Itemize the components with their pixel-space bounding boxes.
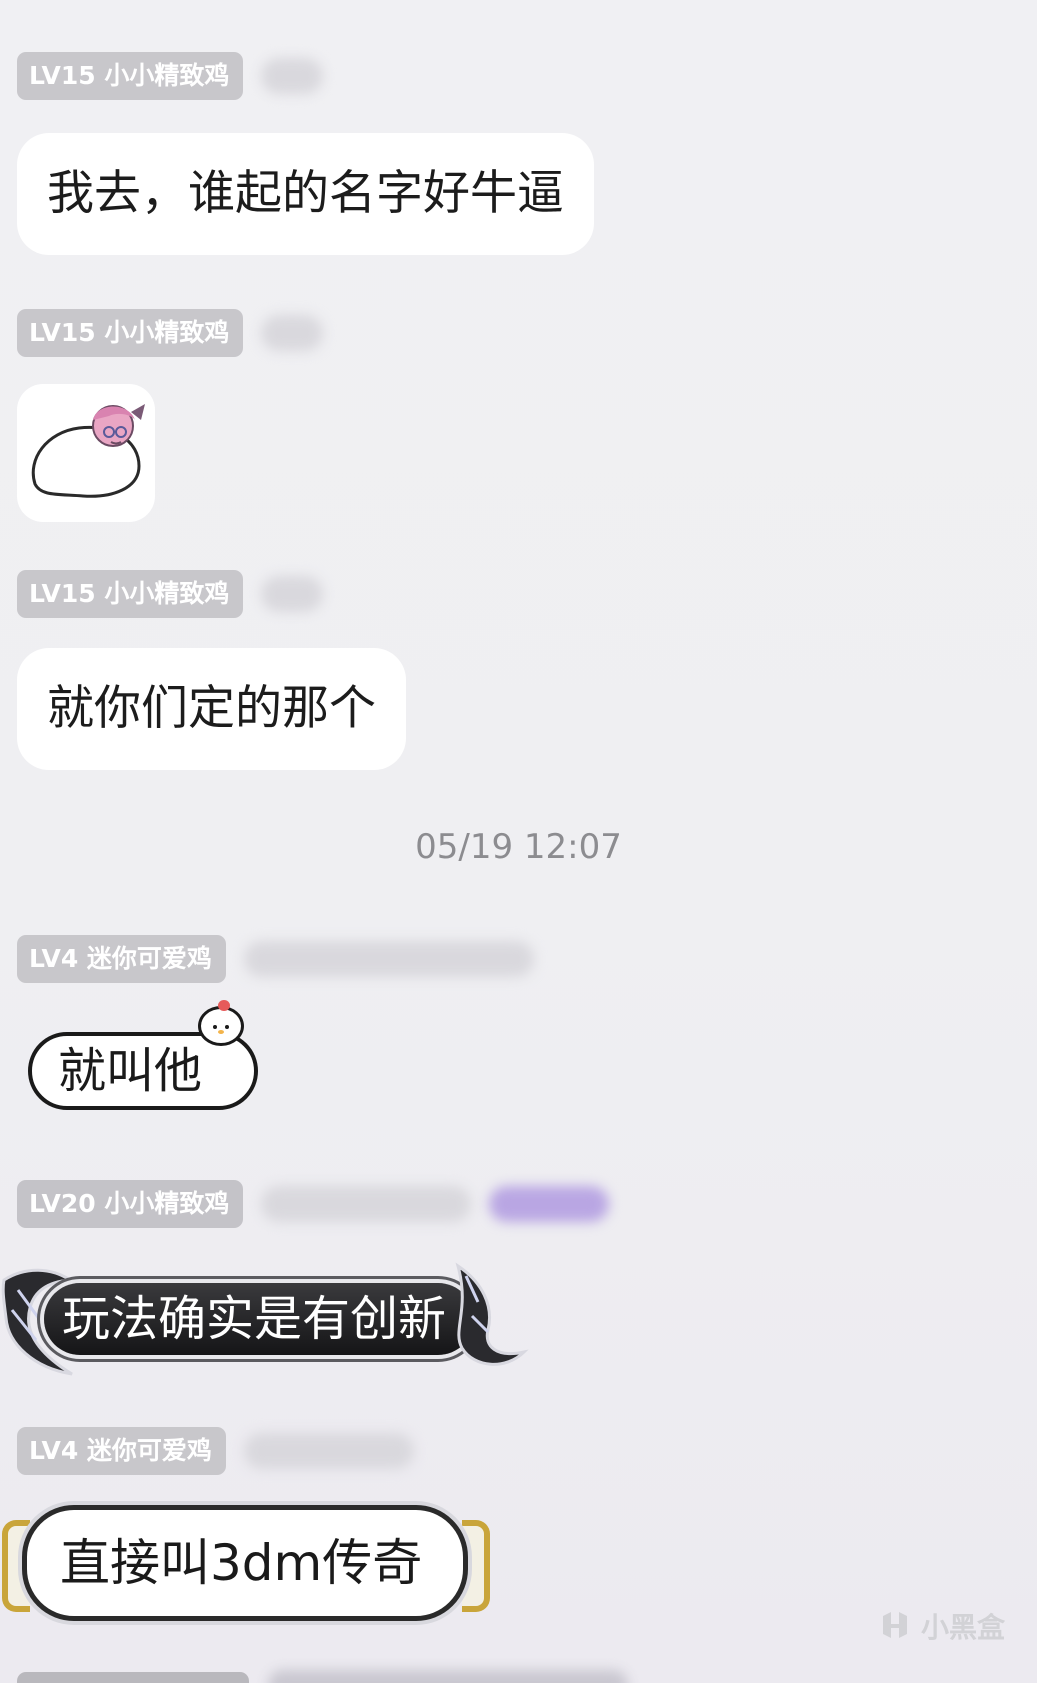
message-meta: LV4 迷你可爱鸡 — [17, 935, 534, 983]
blurred-username — [243, 941, 534, 977]
blurred-username — [261, 58, 324, 94]
heybox-logo-icon — [882, 1612, 907, 1638]
message-bubble-text[interactable]: 直接叫3dm传奇 — [60, 1505, 422, 1621]
blurred-username — [261, 315, 324, 351]
user-level-tag[interactable]: LV15 小小精致鸡 — [17, 309, 244, 357]
blurred-username — [261, 576, 324, 612]
message-meta: LV15 小小精致鸡 — [17, 52, 324, 100]
blurred-badge — [489, 1186, 610, 1222]
anime-egg-sticker[interactable] — [17, 384, 155, 522]
sticker-image — [31, 404, 145, 498]
right-wing-icon — [455, 1262, 529, 1366]
message-meta: LV15 小小精致鸡 — [17, 570, 324, 618]
message-bubble[interactable]: 就你们定的那个 — [17, 648, 406, 770]
user-level-tag[interactable]: LV15 小小精致鸡 — [17, 52, 244, 100]
message-bubble-text[interactable]: 就叫他 — [58, 1036, 202, 1106]
message-meta: LV15 小小精致鸡 — [17, 309, 324, 357]
chat-timestamp: 05/19 12:07 — [415, 827, 622, 867]
user-level-tag[interactable]: LV15 小小精致鸡 — [17, 570, 244, 618]
watermark: 小黑盒 — [877, 1606, 1005, 1646]
message-meta: LV20 小小精致鸡 — [17, 1180, 610, 1228]
message-bubble[interactable]: 我去，谁起的名字好牛逼 — [17, 133, 594, 255]
user-level-tag[interactable]: LV4 迷你可爱鸡 — [17, 1427, 226, 1475]
next-message-peek — [268, 1670, 628, 1683]
user-level-tag[interactable]: LV4 迷你可爱鸡 — [17, 935, 226, 983]
chat-screen: LV15 小小精致鸡 我去，谁起的名字好牛逼 LV15 小小精致鸡 LV15 小… — [0, 0, 1037, 1683]
blurred-username — [261, 1186, 472, 1222]
chick-comb-icon — [218, 1000, 230, 1011]
next-message-tag-peek — [17, 1672, 249, 1683]
message-meta: LV4 迷你可爱鸡 — [17, 1427, 414, 1475]
user-level-tag[interactable]: LV20 小小精致鸡 — [17, 1180, 244, 1228]
blurred-username — [243, 1433, 414, 1469]
chick-icon — [198, 1006, 244, 1046]
watermark-text: 小黑盒 — [920, 1611, 1005, 1644]
message-bubble-text[interactable]: 玩法确实是有创新 — [62, 1283, 446, 1355]
chick-face-icon — [213, 1025, 229, 1034]
